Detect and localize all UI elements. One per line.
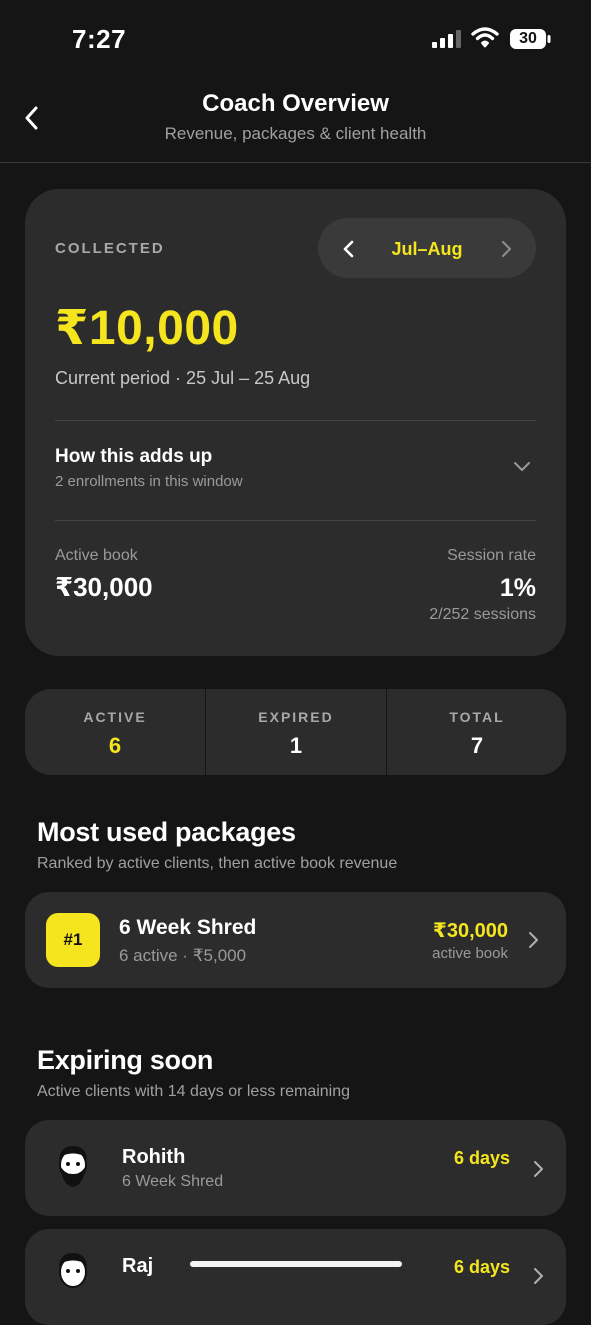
current-period-text: Current period · 25 Jul – 25 Aug <box>55 368 311 388</box>
package-value: ₹30,000 <box>432 920 508 942</box>
rank-badge: #1 <box>46 913 100 967</box>
packages-section-subtitle: Ranked by active clients, then active bo… <box>37 855 398 872</box>
avatar <box>59 1253 87 1288</box>
session-rate-detail: 2/252 sessions <box>429 606 536 623</box>
stat-label: TOTAL <box>449 709 505 725</box>
status-time: 7:27 <box>72 24 127 54</box>
stat-expired: EXPIRED 1 <box>206 689 386 775</box>
wifi-icon <box>471 27 499 48</box>
stat-total: TOTAL 7 <box>387 689 567 775</box>
chevron-right-icon <box>534 1268 543 1284</box>
header-divider <box>0 162 591 163</box>
active-book-label: Active book <box>55 547 138 564</box>
expiring-section-subtitle: Active clients with 14 days or less rema… <box>37 1083 351 1100</box>
stat-value: 6 <box>108 733 122 758</box>
breakdown-subtitle: 2 enrollments in this window <box>55 473 243 490</box>
package-caption: active book <box>432 945 508 962</box>
chevron-down-icon[interactable] <box>512 460 532 474</box>
package-meta: 6 active · ₹5,000 <box>119 946 247 965</box>
active-book-value: ₹30,000 <box>55 572 153 602</box>
card-divider <box>55 520 536 521</box>
card-divider <box>55 420 536 421</box>
previous-period-icon[interactable] <box>340 237 358 261</box>
chevron-right-icon <box>534 1161 543 1177</box>
client-package: 6 Week Shred <box>122 1173 224 1190</box>
stat-value: 7 <box>470 733 484 758</box>
period-label: Jul–Aug <box>391 239 463 259</box>
client-name: Rohith <box>122 1146 186 1168</box>
avatar <box>59 1146 87 1187</box>
battery-level: 30 <box>519 30 537 47</box>
stat-active: ACTIVE 6 <box>25 689 205 775</box>
page-title: Coach Overview <box>202 90 389 117</box>
battery-icon: 30 <box>509 28 551 50</box>
client-name: Raj <box>122 1255 154 1277</box>
client-days-remaining: 6 days <box>453 1257 510 1277</box>
next-period-icon[interactable] <box>497 237 515 261</box>
home-indicator[interactable] <box>190 1261 402 1267</box>
client-stats: ACTIVE 6 EXPIRED 1 TOTAL 7 <box>25 689 566 775</box>
package-name: 6 Week Shred <box>119 916 257 939</box>
session-rate-label: Session rate <box>447 547 536 564</box>
chevron-right-icon <box>529 932 538 948</box>
stat-value: 1 <box>289 733 303 758</box>
page-subtitle: Revenue, packages & client health <box>164 124 427 143</box>
breakdown-title: How this adds up <box>55 446 213 467</box>
session-rate-value: 1% <box>499 574 536 602</box>
client-days-remaining: 6 days <box>453 1148 510 1168</box>
packages-section-title: Most used packages <box>37 817 296 847</box>
collected-label: COLLECTED <box>55 240 165 257</box>
cellular-signal-icon <box>432 30 461 48</box>
stat-label: EXPIRED <box>258 709 334 725</box>
expiring-section-title: Expiring soon <box>37 1045 214 1075</box>
stat-label: ACTIVE <box>83 709 147 725</box>
collected-amount: ₹10,000 <box>55 302 239 355</box>
